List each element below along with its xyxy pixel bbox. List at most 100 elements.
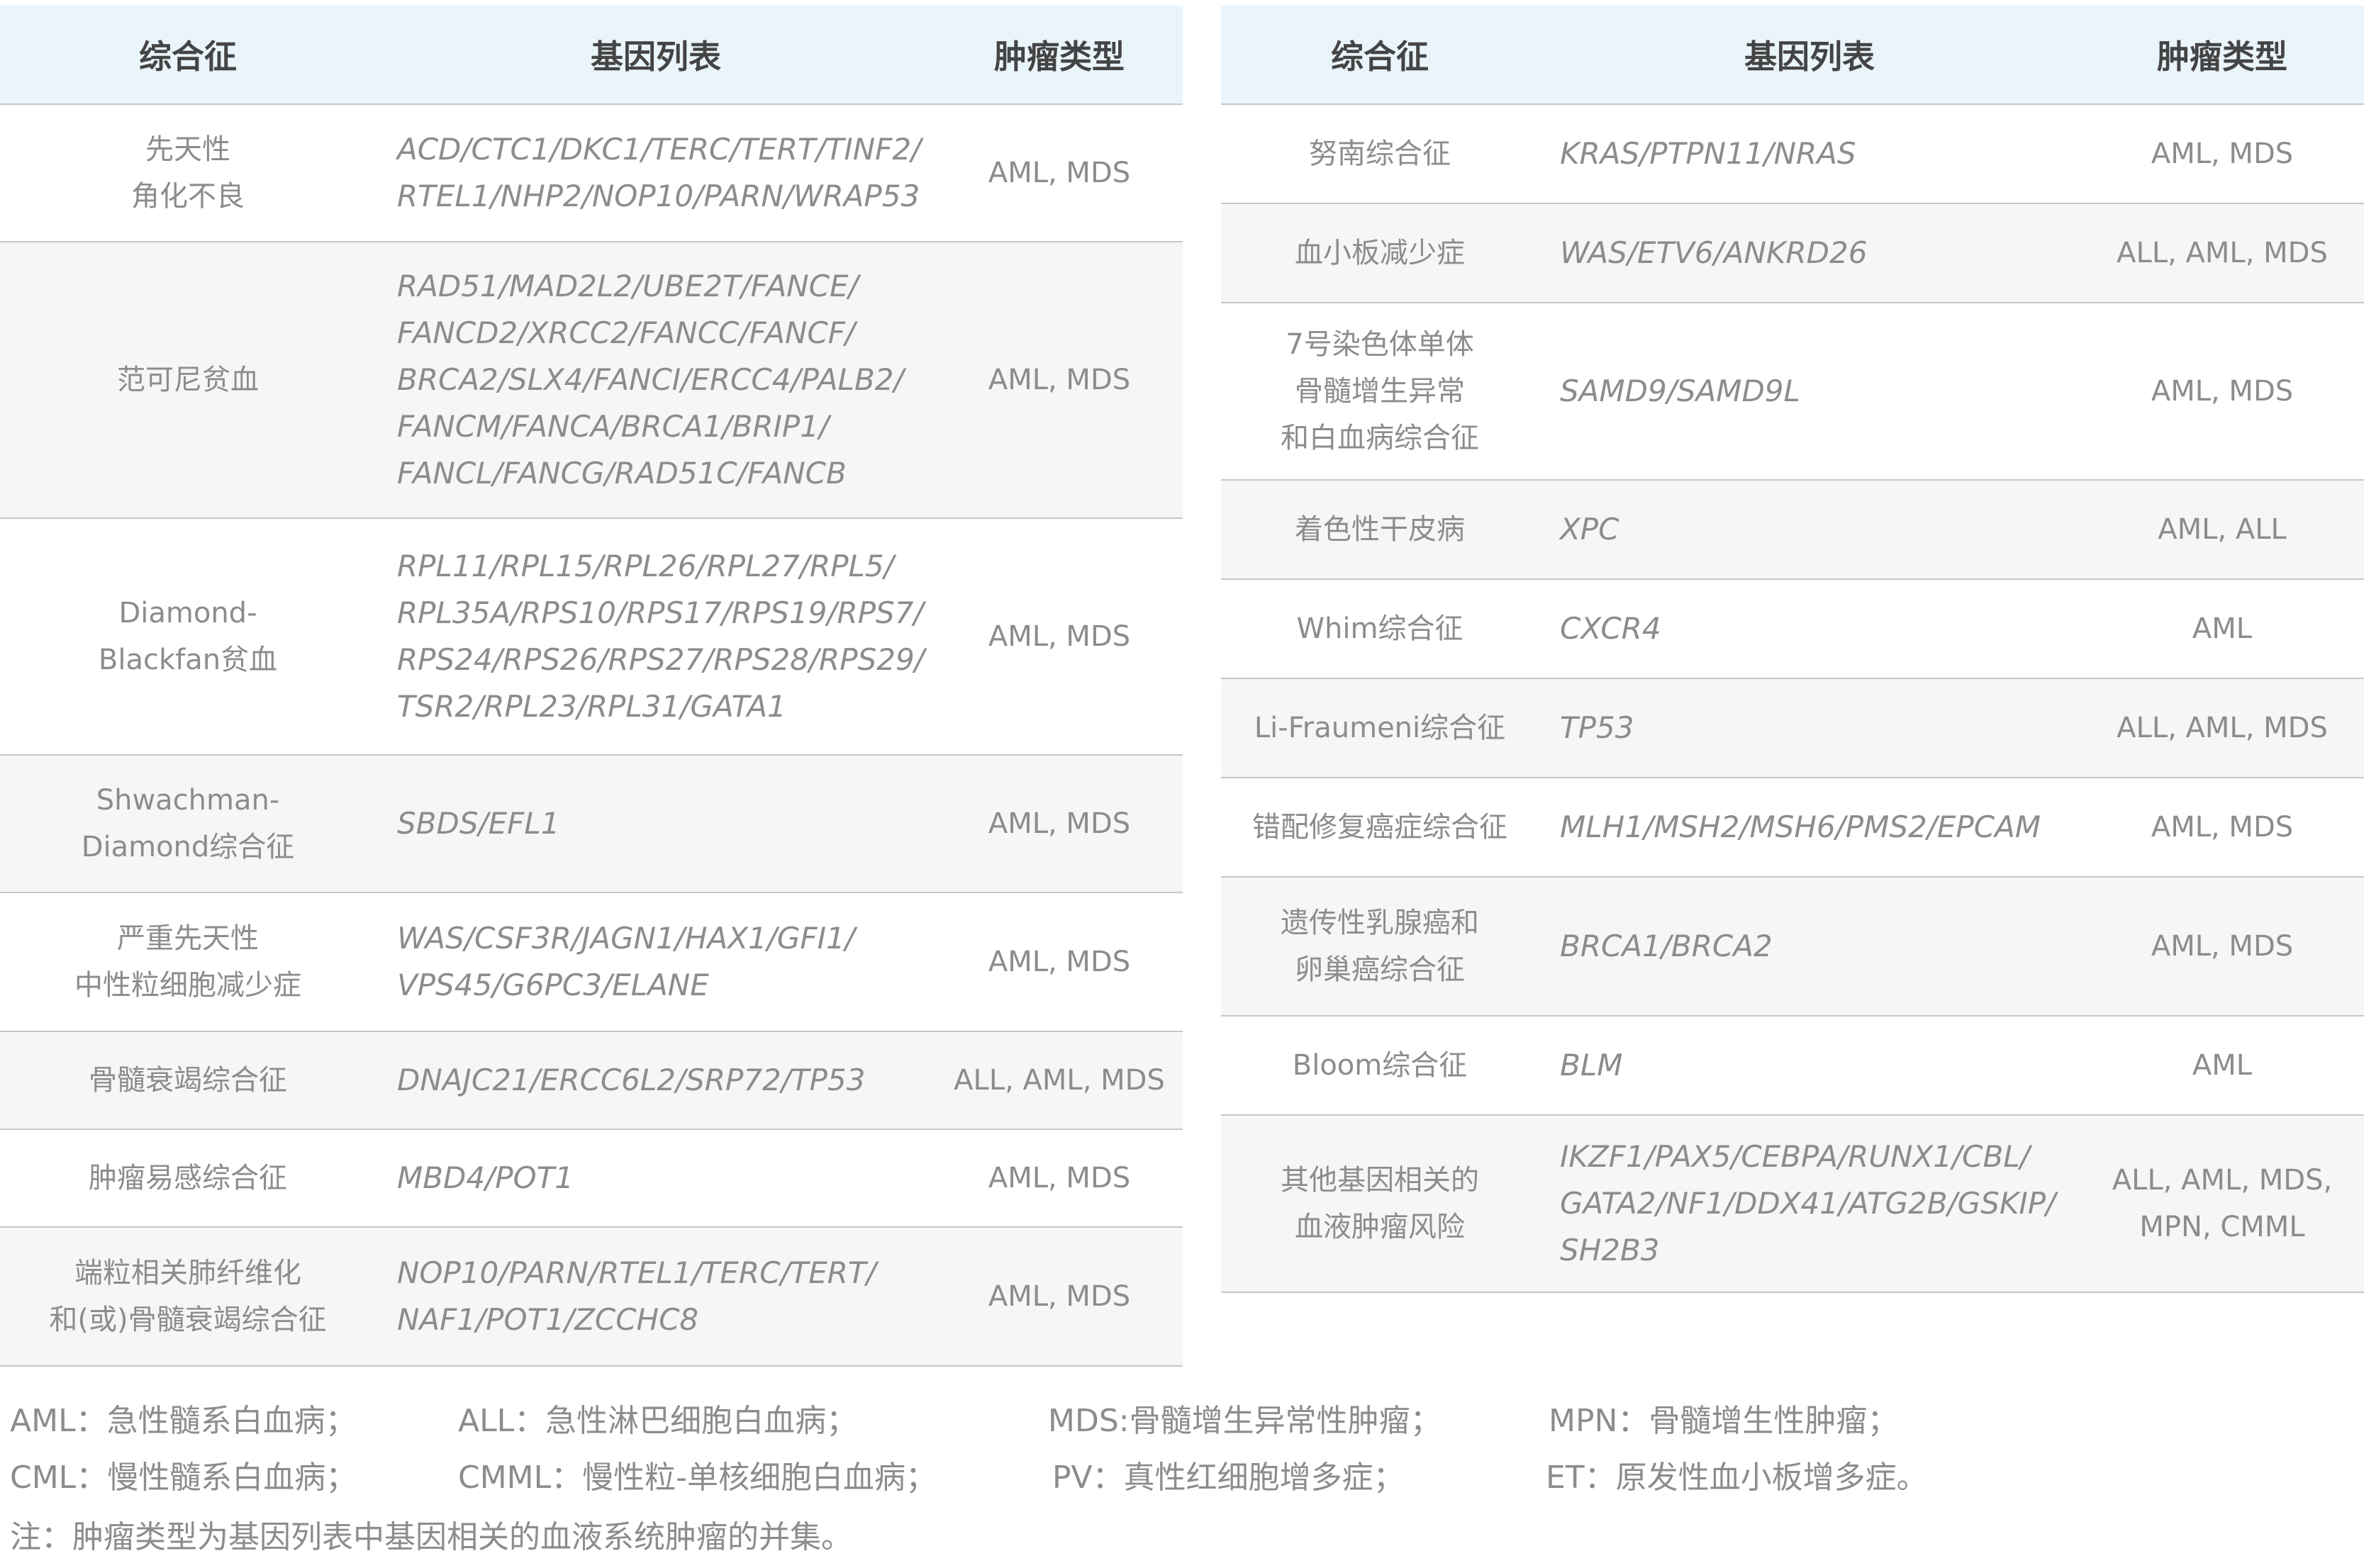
syndrome-cell: Whim综合征 [1221,579,1539,679]
tumor-type-cell-line: AML, MDS [988,946,1131,978]
genes-cell: WAS/ETV6/ANKRD26 [1539,203,2080,303]
genes-cell-line: NAF1/POT1/ZCCHC8 [397,1302,699,1337]
tumor-type-cell-line: AML, MDS [2151,375,2294,408]
genes-cell-line: RTEL1/NHP2/NOP10/PARN/WRAP53 [397,179,920,213]
genes-cell: ACD/CTC1/DKC1/TERC/TERT/TINF2/RTEL1/NHP2… [376,104,936,242]
genes-cell-line: WAS/ETV6/ANKRD26 [1560,235,1868,270]
genes-cell: WAS/CSF3R/JAGN1/HAX1/GFI1/VPS45/G6PC3/EL… [376,892,936,1032]
genes-cell: KRAS/PTPN11/NRAS [1539,104,2080,204]
syndrome-cell-line: 角化不良 [131,180,245,213]
genes-cell-line: SH2B3 [1560,1233,1660,1267]
genes-cell-line: TP53 [1560,710,1634,745]
syndrome-cell-line: 先天性 [145,133,230,166]
right-syndrome-table: 综合征 基因列表 肿瘤类型 努南综合征 KRAS/PTPN11/NRAS AML, … [1221,6,2364,1293]
tumor-type-cell-line: AML, MDS [988,1162,1131,1194]
legend-line-1: AML：急性髓系白血病； ALL：急性淋巴细胞白血病； MDS:骨髓增生异常性肿… [10,1395,2350,1452]
legend-pv: PV：真性红细胞增多症； [1052,1460,1405,1496]
genes-cell-line: FANCD2/XRCC2/FANCC/FANCF/ [397,315,855,350]
syndrome-cell-line: 和(或)骨髓衰竭综合征 [49,1304,327,1336]
syndrome-cell: 其他基因相关的 血液肿瘤风险 [1221,1115,1539,1293]
genes-cell: BLM [1539,1016,2080,1116]
header-syndrome: 综合征 [1221,6,1539,105]
table-row: 7号染色体单体 骨髓增生异常 和白血病综合征 SAMD9/SAMD9L AML, MDS [1221,303,2364,481]
genes-cell: SAMD9/SAMD9L [1539,303,2080,481]
syndrome-cell: 遗传性乳腺癌和 卵巢癌综合征 [1221,877,1539,1017]
syndrome-cell-line: 和白血病综合征 [1281,422,1479,454]
tumor-type-cell: AML, MDS [936,1227,1183,1367]
tumor-type-cell: AML, MDS [2080,104,2364,204]
syndrome-cell: 范可尼贫血 [0,242,376,519]
syndrome-cell: 错配修复癌症综合征 [1221,778,1539,878]
genes-cell: NOP10/PARN/RTEL1/TERC/TERT/NAF1/POT1/ZCC… [376,1227,936,1367]
tumor-type-cell: AML, MDS [936,1129,1183,1228]
tumor-type-cell-line: AML [2192,1049,2253,1082]
syndrome-cell-line: Blackfan贫血 [98,644,278,676]
left-table-body: 先天性 角化不良 ACD/CTC1/DKC1/TERC/TERT/TINF2/RTE… [0,104,1183,1367]
tumor-type-cell-line: ALL, AML, MDS [2117,237,2328,269]
tumor-type-cell-line: MPN, CMML [2139,1211,2305,1243]
header-genes: 基因列表 [376,6,936,105]
tumor-type-cell: AML [2080,1016,2364,1116]
genes-cell: BRCA1/BRCA2 [1539,877,2080,1017]
syndrome-cell: 先天性 角化不良 [0,104,376,242]
tumor-type-cell: ALL, AML, MDS, MPN, CMML [2080,1115,2364,1293]
tumor-type-cell-line: AML, MDS [988,620,1131,653]
genes-cell-line: FANCL/FANCG/RAD51C/FANCB [397,456,847,491]
genes-cell-line: SBDS/EFL1 [397,806,560,841]
tumor-type-cell-line: ALL, AML, MDS, [2112,1164,2333,1197]
tumor-type-cell: AML, MDS [2080,877,2364,1017]
syndrome-cell: 严重先天性中性粒细胞减少症 [0,892,376,1032]
legend-cml: CML：慢性髓系白血病； [10,1460,357,1496]
table-row: Whim综合征 CXCR4 AML [1221,579,2364,679]
syndrome-cell-line: 血小板减少症 [1295,237,1465,269]
syndrome-cell-line: 端粒相关肺纤维化 [74,1257,301,1289]
syndrome-cell-line: 着色性干皮病 [1295,513,1465,546]
syndrome-cell-line: 骨髓衰竭综合征 [89,1064,287,1097]
genes-cell-line: ACD/CTC1/DKC1/TERC/TERT/TINF2/ [397,132,922,167]
table-row: 肿瘤易感综合征 MBD4/POT1 AML, MDS [0,1129,1183,1228]
syndrome-cell-line: Diamond综合征 [81,831,295,863]
legend-et: ET：原发性血小板增多症。 [1546,1460,1928,1496]
genes-cell-line: XPC [1560,512,1619,547]
genes-cell-line: NOP10/PARN/RTEL1/TERC/TERT/ [397,1255,876,1290]
syndrome-cell-line: Shwachman- [96,784,280,817]
syndrome-cell: 血小板减少症 [1221,203,1539,303]
genes-cell-line: SAMD9/SAMD9L [1560,374,1800,408]
genes-cell-line: TSR2/RPL23/RPL31/GATA1 [397,689,786,724]
syndrome-cell-line: 中性粒细胞减少症 [74,969,301,1002]
tumor-type-cell-line: AML, ALL [2158,513,2287,546]
table-row: 努南综合征 KRAS/PTPN11/NRAS AML, MDS [1221,104,2364,204]
tumor-type-cell: AML, MDS [936,755,1183,893]
syndrome-cell-line: Diamond- [118,597,257,629]
table-row: Diamond- Blackfan贫血 RPL11/RPL15/RPL26/RPL2… [0,518,1183,756]
syndrome-cell-line: Whim综合征 [1296,612,1463,645]
table-row: 严重先天性 中性粒细胞减少症 WAS/CSF3R/JAGN1/HAX1/GFI1/V… [0,892,1183,1032]
genes-cell-line: RPL11/RPL15/RPL26/RPL27/RPL5/ [397,549,894,583]
genes-cell-line: CXCR4 [1560,611,1661,646]
genes-cell-line: KRAS/PTPN11/NRAS [1560,136,1856,171]
table-row: 骨髓衰竭综合征 DNAJC21/ERCC6L2/SRP72/TP53 ALL, AM… [0,1031,1183,1130]
syndrome-cell: Bloom综合征 [1221,1016,1539,1116]
tumor-type-cell: AML, MDS [2080,778,2364,878]
left-syndrome-table: 综合征 基因列表 肿瘤类型 先天性 角化不良 ACD/CTC1/DKC1/TERC/… [0,6,1183,1367]
tumor-type-cell-line: AML [2192,612,2253,645]
syndrome-cell-line: 卵巢癌综合征 [1295,953,1465,986]
header-tumor-type: 肿瘤类型 [2080,6,2364,105]
syndrome-cell-line: 严重先天性 [117,922,259,955]
genes-cell: XPC [1539,480,2080,580]
genes-cell-line: IKZF1/PAX5/CEBPA/RUNX1/CBL/ [1560,1139,2030,1174]
tumor-type-cell-line: AML, MDS [988,157,1131,189]
legend-mpn: MPN：骨髓增生性肿瘤； [1549,1403,1899,1439]
header-tumor-type: 肿瘤类型 [936,6,1183,105]
genes-cell: IKZF1/PAX5/CEBPA/RUNX1/CBL/GATA2/NF1/DDX… [1539,1115,2080,1293]
tumor-type-cell: ALL, AML, MDS [936,1031,1183,1130]
legend-aml: AML：急性髓系白血病； [10,1403,357,1439]
genes-cell-line: DNAJC21/ERCC6L2/SRP72/TP53 [397,1063,866,1097]
genes-cell-line: RPS24/RPS26/RPS27/RPS28/RPS29/ [397,642,925,677]
genes-cell: RPL11/RPL15/RPL26/RPL27/RPL5/RPL35A/RPS1… [376,518,936,756]
genes-cell-line: MLH1/MSH2/MSH6/PMS2/EPCAM [1560,810,2041,844]
table-row: Bloom综合征 BLM AML [1221,1016,2364,1116]
syndrome-cell: 着色性干皮病 [1221,480,1539,580]
genes-cell-line: FANCM/FANCA/BRCA1/BRIP1/ [397,409,830,444]
tumor-type-cell: AML, MDS [936,892,1183,1032]
